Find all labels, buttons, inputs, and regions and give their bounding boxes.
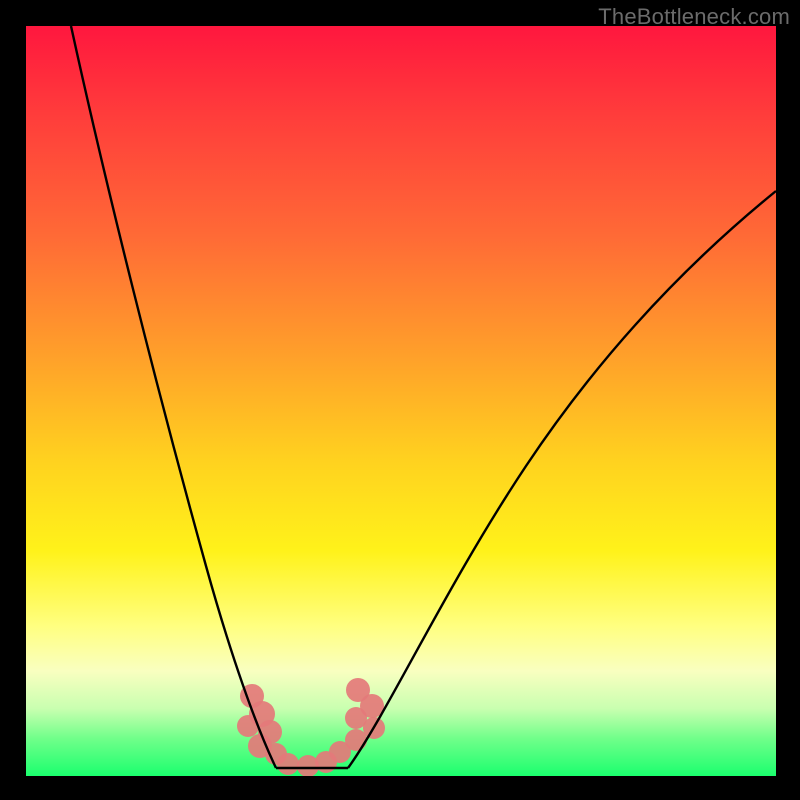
chart-frame: TheBottleneck.com [0,0,800,800]
bottleneck-curve [26,26,776,776]
curve-left-branch [71,26,276,768]
curve-right-branch [348,191,776,768]
watermark-text: TheBottleneck.com [598,4,790,30]
bump-cluster-right [297,678,385,776]
plot-area [26,26,776,776]
